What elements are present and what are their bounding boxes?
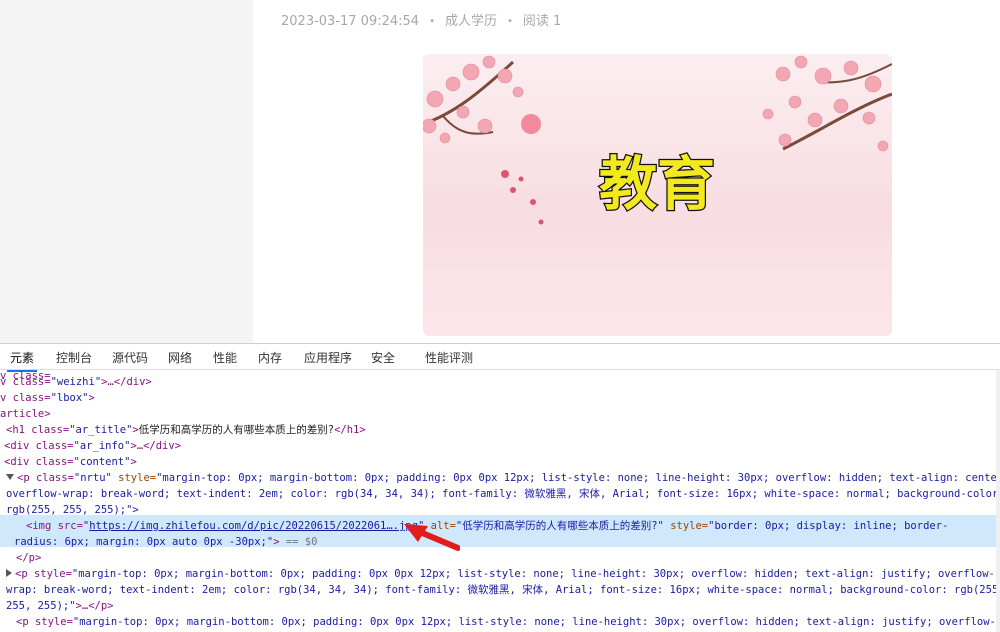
- attr-name: style=: [111, 472, 157, 484]
- article-meta: 2023-03-17 09:24:54 • 成人学历 • 阅读 1: [281, 10, 561, 29]
- tag-open: <p style=: [15, 568, 72, 580]
- attr-value: "margin-top: 0px; margin-bottom: 0px; pa…: [156, 472, 1000, 484]
- tag-close: </h1>: [334, 424, 366, 436]
- tag-open: v class=: [0, 392, 51, 404]
- node-text: 低学历和高学历的人有哪些本质上的差别?: [138, 424, 335, 436]
- read-count: 阅读 1: [522, 14, 562, 29]
- dom-node-p[interactable]: <p style="margin-top: 0px; margin-bottom…: [6, 566, 995, 582]
- hero-illustration: 教育: [423, 54, 892, 336]
- meta-separator: •: [507, 16, 513, 27]
- tab-console[interactable]: 控制台: [56, 349, 92, 366]
- attr-value: rgb(255, 255, 255);">: [6, 504, 139, 516]
- attr-value: "lbox": [50, 392, 89, 404]
- attr-value: 255, 255);": [6, 600, 76, 612]
- article-area: 2023-03-17 09:24:54 • 成人学历 • 阅读 1 教育: [253, 0, 1000, 343]
- dom-node[interactable]: </p>: [16, 550, 41, 566]
- dom-tree-scrollbar[interactable]: [996, 370, 1000, 632]
- hero-title: 教育: [599, 150, 715, 218]
- dom-node-continuation: radius: 6px; margin: 0px auto 0px -30px;…: [14, 534, 317, 550]
- tag-open: <div class=: [4, 440, 74, 452]
- tag-close: </p>: [16, 552, 42, 564]
- tab-security[interactable]: 安全: [371, 349, 395, 366]
- dom-node-p[interactable]: <p style="margin-top: 0px; margin-bottom…: [16, 614, 996, 630]
- tag-open: <img src=: [26, 520, 83, 532]
- attr-value: "低学历和高学历的人有哪些本质上的差别?": [455, 520, 664, 532]
- dom-node-ar-info[interactable]: <div class="ar_info">…</div>: [4, 438, 181, 454]
- tab-performance[interactable]: 性能: [213, 349, 237, 366]
- red-annotation-arrow-icon: [404, 524, 460, 551]
- left-sidebar-area: [0, 0, 253, 343]
- tab-application[interactable]: 应用程序: [304, 349, 352, 366]
- tag-close: >: [130, 456, 137, 468]
- dom-node-img-selected[interactable]: <img src="https://img.zhilefou.com/d/pic…: [26, 518, 948, 534]
- attr-value: "margin-top: 0px; margin-bottom: 0px; pa…: [71, 568, 995, 580]
- attr-value: "ar_title": [69, 424, 133, 436]
- attr-value: radius: 6px; margin: 0px auto 0px -30px;…: [14, 536, 274, 548]
- tag-close: >…</p>: [75, 600, 114, 612]
- expand-caret-icon[interactable]: [6, 474, 14, 480]
- attr-value: "border: 0px; display: inline; border-: [708, 520, 949, 532]
- tag-close: >…</div>: [101, 376, 152, 388]
- dom-node[interactable]: article>: [0, 406, 51, 422]
- dom-node-h1[interactable]: <h1 class="ar_title">低学历和高学历的人有哪些本质上的差别?…: [6, 422, 366, 438]
- tab-elements[interactable]: 元素: [6, 349, 38, 372]
- attr-value: "ar_info": [73, 440, 131, 452]
- attr-value: overflow-wrap: break-word; text-indent: …: [6, 488, 1000, 500]
- attr-value: "nrtu": [73, 472, 112, 484]
- attr-value: "weizhi": [50, 376, 102, 388]
- dom-node-continuation: 255, 255);">…</p>: [6, 598, 113, 614]
- dom-node-continuation: overflow-wrap: break-word; text-indent: …: [6, 486, 1000, 502]
- category-link[interactable]: 成人学历: [445, 10, 497, 29]
- devtools-tabs: 元素 控制台 源代码 网络 性能 内存 应用程序 安全 性能评测: [0, 344, 1000, 372]
- dom-node-p-nrtu[interactable]: <p class="nrtu" style="margin-top: 0px; …: [6, 470, 1000, 486]
- tag-open: <p style=: [16, 616, 73, 628]
- tag-open: <p class=: [17, 472, 74, 484]
- attr-value: "margin-top: 0px; margin-bottom: 0px; pa…: [72, 616, 996, 628]
- tab-lighthouse[interactable]: 性能评测: [425, 349, 473, 366]
- tag-close: >: [88, 392, 95, 404]
- tab-network[interactable]: 网络: [168, 349, 192, 366]
- console-ref: == $0: [279, 536, 318, 548]
- img-src-link[interactable]: https://img.zhilefou.com/d/pic/20220615/…: [89, 520, 418, 532]
- tag-open: <h1 class=: [6, 424, 70, 436]
- tab-sources[interactable]: 源代码: [112, 349, 148, 366]
- attr-name: style=: [663, 520, 709, 532]
- expand-caret-icon[interactable]: [6, 569, 12, 577]
- tag-open: <div class=: [4, 456, 74, 468]
- devtools-panel: 元素 控制台 源代码 网络 性能 内存 应用程序 安全 性能评测 v class…: [0, 343, 1000, 632]
- tag-close: >…</div>: [130, 440, 182, 452]
- article-hero-image: 教育: [423, 54, 892, 336]
- tab-memory[interactable]: 内存: [258, 349, 282, 366]
- tag-open: article>: [0, 408, 51, 420]
- publish-date: 2023-03-17 09:24:54: [281, 14, 420, 29]
- dom-node-content[interactable]: <div class="content">: [4, 454, 137, 470]
- attr-value: wrap: break-word; text-indent: 2em; colo…: [6, 584, 1000, 596]
- tag-open: v class=: [0, 376, 51, 388]
- meta-separator: •: [429, 16, 435, 27]
- dom-node[interactable]: v class="weizhi">…</div>: [0, 374, 152, 390]
- dom-tree: v class= v class="weizhi">…</div> v clas…: [0, 370, 1000, 632]
- dom-node-continuation: rgb(255, 255, 255);">: [6, 502, 139, 518]
- attr-value: "content": [73, 456, 131, 468]
- dom-node[interactable]: v class="lbox">: [0, 390, 95, 406]
- dom-node-continuation: wrap: break-word; text-indent: 2em; colo…: [6, 582, 1000, 598]
